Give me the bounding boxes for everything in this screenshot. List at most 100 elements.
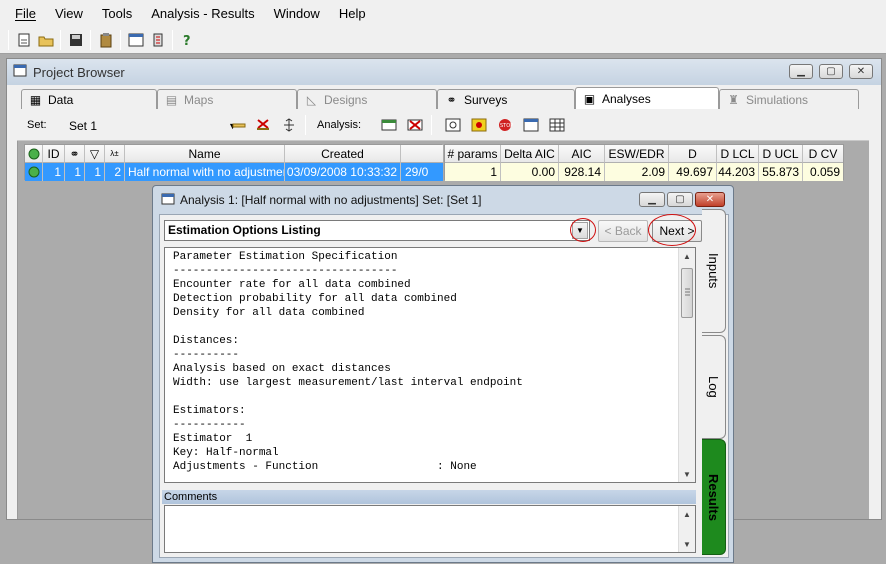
back-button[interactable]: < Back <box>598 220 648 242</box>
status-icon <box>25 163 43 181</box>
delete-set-icon[interactable] <box>253 115 273 135</box>
status-column-header[interactable] <box>25 145 43 163</box>
menu-window[interactable]: Window <box>271 4 323 23</box>
aic-column-header[interactable]: AIC <box>559 145 605 163</box>
row-model[interactable]: 2 <box>105 163 125 181</box>
tab-inputs[interactable]: Inputs <box>702 209 726 333</box>
binoculars-icon[interactable]: ⚭ <box>65 145 85 163</box>
d-cell[interactable]: 49.697 <box>669 163 717 181</box>
dialog-maximize-button[interactable]: ▢ <box>667 192 693 207</box>
created-column-header[interactable]: Created <box>285 145 401 163</box>
set-toolbar: Set: Set 1▼ Analysis: STOP <box>17 109 869 141</box>
d-lcl-cell[interactable]: 44.203 <box>717 163 759 181</box>
menu-help[interactable]: Help <box>336 4 369 23</box>
d-lcl-column-header[interactable]: D LCL <box>717 145 759 163</box>
help-icon[interactable]: ? <box>178 30 198 50</box>
binoculars-icon: ⚭ <box>446 92 457 107</box>
scroll-up-icon[interactable]: ▲ <box>679 248 695 264</box>
minimize-button[interactable]: ▁ <box>789 64 813 79</box>
row-id[interactable]: 1 <box>43 163 65 181</box>
filter-icon[interactable]: ▽ <box>85 145 105 163</box>
dialog-close-button[interactable]: ✕ <box>695 192 725 207</box>
analysis-icon: ▣ <box>583 91 596 106</box>
toolbar-separator <box>120 30 121 50</box>
esw-edr-cell[interactable]: 2.09 <box>605 163 669 181</box>
vertical-scrollbar[interactable]: ▲ ▼ <box>678 248 695 482</box>
scroll-up-icon[interactable]: ▲ <box>679 506 695 522</box>
d-ucl-cell[interactable]: 55.873 <box>759 163 803 181</box>
params-cell[interactable]: 1 <box>445 163 501 181</box>
comments-field[interactable]: ▲ ▼ <box>164 505 696 553</box>
run-analysis-icon[interactable] <box>469 115 489 135</box>
menu-analysis-results[interactable]: Analysis - Results <box>148 4 257 23</box>
analysis-details-icon[interactable] <box>443 115 463 135</box>
row-survey[interactable]: 1 <box>65 163 85 181</box>
esw-edr-column-header[interactable]: ESW/EDR <box>605 145 669 163</box>
tab-analyses[interactable]: ▣ Analyses <box>575 87 719 109</box>
main-toolbar: ? <box>0 26 886 54</box>
row-created[interactable]: 03/09/2008 10:33:32 <box>285 163 401 181</box>
menu-tools[interactable]: Tools <box>99 4 135 23</box>
name-column-header[interactable]: Name <box>125 145 285 163</box>
set-label: Set: <box>27 119 47 131</box>
analysis-results-grid: # params Delta AIC AIC ESW/EDR D D LCL D… <box>444 144 844 181</box>
tab-simulations[interactable]: ♜ Simulations <box>719 89 859 109</box>
browser-tabs: ▦ Data ▤ Maps ◺ Designs ⚭ Surveys ▣ Analyses … <box>7 87 881 109</box>
row-name[interactable]: Half normal with no adjustments <box>125 163 285 181</box>
project-browser-icon <box>13 64 27 81</box>
results-page-select[interactable]: Estimation Options Listing ▼ <box>164 220 590 241</box>
row-filter[interactable]: 1 <box>85 163 105 181</box>
tab-results[interactable]: Results <box>702 439 726 555</box>
log-icon[interactable] <box>148 30 168 50</box>
save-icon[interactable] <box>66 30 86 50</box>
aic-cell[interactable]: 928.14 <box>559 163 605 181</box>
tab-designs[interactable]: ◺ Designs <box>297 89 437 109</box>
d-column-header[interactable]: D <box>669 145 717 163</box>
row-extra[interactable]: 29/0 <box>401 163 443 181</box>
id-column-header[interactable]: ID <box>43 145 65 163</box>
results-text-area[interactable]: Parameter Estimation Specification -----… <box>164 247 696 483</box>
d-cv-column-header[interactable]: D CV <box>803 145 843 163</box>
d-ucl-column-header[interactable]: D UCL <box>759 145 803 163</box>
delta-aic-column-header[interactable]: Delta AIC <box>501 145 559 163</box>
table-icon[interactable] <box>547 115 567 135</box>
dialog-minimize-button[interactable]: ▁ <box>639 192 665 207</box>
menu-view[interactable]: View <box>52 4 86 23</box>
toolbar-separator <box>8 30 9 50</box>
dialog-titlebar: Analysis 1: [Half normal with no adjustm… <box>153 186 733 214</box>
analysis-list-grid: ID ⚭ ▽ λ± Name Created 1 1 1 2 Half norm… <box>24 144 443 181</box>
toolbar-separator <box>90 30 91 50</box>
model-icon[interactable]: λ± <box>105 145 125 163</box>
extra-column-header[interactable] <box>401 145 443 163</box>
menu-file[interactable]: File <box>12 4 39 23</box>
new-set-icon[interactable] <box>229 115 249 135</box>
delta-aic-cell[interactable]: 0.00 <box>501 163 559 181</box>
close-button[interactable]: ✕ <box>849 64 873 79</box>
d-cv-cell[interactable]: 0.059 <box>803 163 843 181</box>
tab-log[interactable]: Log <box>702 335 726 439</box>
stop-icon[interactable]: STOP <box>495 115 515 135</box>
delete-analysis-icon[interactable] <box>405 115 425 135</box>
scroll-thumb[interactable] <box>681 268 693 318</box>
scroll-down-icon[interactable]: ▼ <box>679 466 695 482</box>
dialog-title: Analysis 1: [Half normal with no adjustm… <box>180 193 482 207</box>
tab-surveys[interactable]: ⚭ Surveys <box>437 89 575 109</box>
maximize-button[interactable]: ▢ <box>819 64 843 79</box>
design-icon: ◺ <box>306 92 317 107</box>
svg-text:?: ? <box>183 34 191 48</box>
clipboard-icon[interactable] <box>96 30 116 50</box>
tab-data[interactable]: ▦ Data <box>21 89 157 109</box>
set-select[interactable]: Set 1▼ <box>65 117 241 135</box>
set-properties-icon[interactable] <box>279 115 299 135</box>
toolbar-separator <box>431 115 432 135</box>
analysis-browser-icon[interactable] <box>521 115 541 135</box>
new-project-icon[interactable] <box>14 30 34 50</box>
open-project-icon[interactable] <box>36 30 56 50</box>
project-browser-icon[interactable] <box>126 30 146 50</box>
params-column-header[interactable]: # params <box>445 145 501 163</box>
comments-scrollbar[interactable]: ▲ ▼ <box>678 506 695 552</box>
tab-maps[interactable]: ▤ Maps <box>157 89 297 109</box>
annotation-circle <box>648 214 696 246</box>
scroll-down-icon[interactable]: ▼ <box>679 536 695 552</box>
new-analysis-icon[interactable] <box>379 115 399 135</box>
